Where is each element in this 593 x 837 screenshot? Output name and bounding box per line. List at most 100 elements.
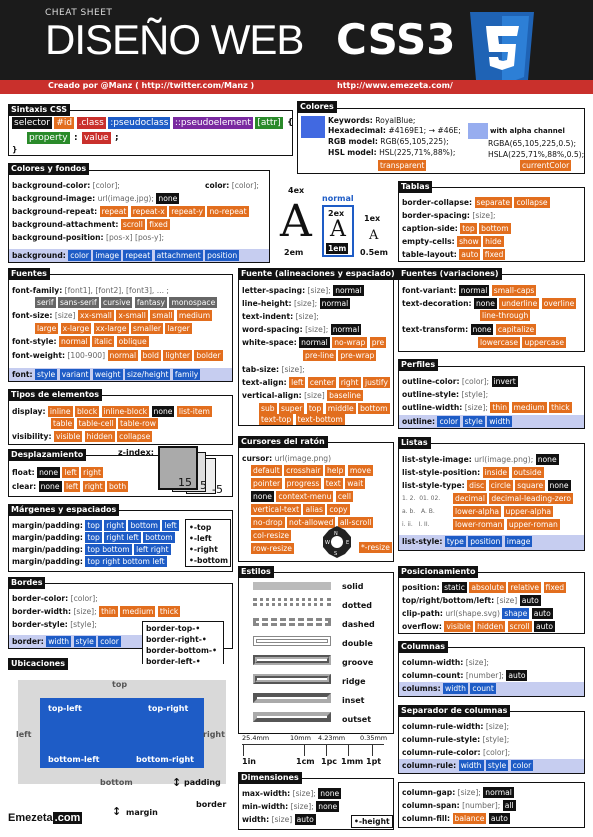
- listas-h2: position: [468, 536, 503, 547]
- perfiles-box: outline-color: [color]; invert outline-s…: [398, 366, 585, 429]
- dimens-r1l: max-width:: [242, 789, 291, 798]
- fuentes-f2: sans-serif: [57, 297, 99, 308]
- separador-r1v: [size];: [485, 722, 510, 731]
- cursores-c5: pointer: [251, 478, 283, 489]
- ems-norm: normal: [322, 194, 354, 203]
- cursores-c8: wait: [345, 478, 366, 489]
- elementos-box: display: inline block inline-block none …: [8, 395, 233, 445]
- sintaxis-box: selector #id .class :pseudoclass ::pseud…: [8, 110, 293, 156]
- margenes-title: Márgenes y espaciados: [8, 504, 120, 516]
- alin-r8v: [size]: [304, 391, 325, 400]
- fondos-r1l: background-color:: [12, 181, 91, 190]
- separador-r3l: column-rule-color:: [402, 748, 481, 757]
- ems-a2em: 2em: [284, 248, 304, 257]
- despl-r2d: both: [106, 481, 129, 492]
- alin-r5e: pre-wrap: [338, 350, 377, 361]
- despl-r1a: none: [37, 467, 61, 478]
- alin-r8d: top: [306, 403, 324, 414]
- posic-r2l: top/right/bottom/left:: [402, 596, 495, 605]
- despl-n5: 5: [200, 479, 207, 492]
- elementos-r2b: hidden: [84, 431, 115, 442]
- tablas-r1l: border-collapse:: [402, 198, 473, 207]
- tablas-r3b: bottom: [479, 223, 511, 234]
- elementos-r1h: table-row: [118, 418, 158, 429]
- variac-r2a: none: [473, 298, 497, 309]
- colores-rgb-v: RGB(65,105,225);: [380, 137, 449, 146]
- title-css3: CSS3: [336, 15, 456, 64]
- fondos-shorthand: background: color image repeat attachmen…: [9, 249, 269, 262]
- syntax-id: #id: [54, 117, 75, 129]
- credit-author[interactable]: Creado por @Manz ( http://twitter.com/Ma…: [48, 81, 254, 90]
- alin-r8a: baseline: [327, 390, 363, 401]
- bordes-r2c: thick: [157, 606, 181, 617]
- listas-h3: image: [504, 536, 533, 547]
- fuentes-f4: fantasy: [134, 297, 168, 308]
- fuentes-s5: large: [35, 323, 59, 334]
- variac-r1b: small-caps: [491, 285, 537, 296]
- fuentes-s2: x-small: [116, 310, 148, 321]
- posic-r2v: [size]: [496, 596, 518, 605]
- ubicaciones-title: Ubicaciones: [8, 658, 68, 670]
- fuentes-s4: medium: [176, 310, 213, 321]
- credit-url[interactable]: http://www.emezeta.com/: [337, 81, 453, 90]
- alin-r2l: line-height:: [242, 299, 292, 308]
- margenes-c1: top bottom: [85, 544, 132, 555]
- dimens-r1v: [size];: [292, 789, 316, 798]
- separador-r1l: column-rule-width:: [402, 722, 484, 731]
- alin-r1a: normal: [333, 285, 364, 296]
- dimens-r2a: none: [316, 801, 340, 812]
- tablas-title: Tablas: [398, 181, 433, 193]
- colsx-r1v: [size];: [457, 788, 481, 797]
- dimens-r3a: auto: [294, 814, 316, 825]
- margenes-c2: left right: [134, 544, 171, 555]
- despl-r1l: float:: [12, 468, 35, 477]
- ubic-bottom: bottom: [100, 778, 133, 787]
- margenes-a1: top: [85, 520, 102, 531]
- syntax-attr: [attr]: [255, 117, 283, 129]
- fuentes-shorthand: font: style variant weight size/height f…: [9, 368, 232, 381]
- tablas-r5a: auto: [459, 249, 481, 260]
- margin-key: •-top •-left •-right •-bottom: [185, 519, 231, 567]
- cursores-c20: *-resize: [359, 542, 392, 553]
- margenes-a4: left: [162, 520, 179, 531]
- margin-arrow-icon: ↕: [112, 805, 122, 818]
- cursores-c4: move: [347, 465, 374, 476]
- fuentes-f1: serif: [35, 297, 56, 308]
- emezeta-logo[interactable]: Emezeta .com: [8, 812, 83, 824]
- alin-r4l: word-spacing:: [242, 325, 303, 334]
- padding-arrow-icon: ↕: [172, 776, 182, 789]
- tablas-r3a: top: [460, 223, 477, 234]
- ems-a1ex: 1ex: [364, 214, 381, 223]
- z-index-label: z-index:: [118, 448, 154, 457]
- posicionamiento-box: position: static absolute relative fixed…: [398, 572, 585, 634]
- columnas-r2v: [number];: [465, 671, 504, 680]
- fuentes-title: Fuentes: [8, 268, 50, 280]
- fuentes-f5: monospace: [169, 297, 218, 308]
- syntax-close: }: [12, 145, 18, 154]
- colores-kw-v: RoyalBlue;: [375, 116, 416, 125]
- ubic-left: left: [16, 730, 32, 739]
- fuentes-r3c: oblique: [116, 336, 149, 347]
- despl-r2c: right: [82, 481, 105, 492]
- elementos-r1d: none: [151, 406, 175, 417]
- perfiles-shorthand: outline: color style width: [399, 415, 584, 428]
- separador-r3v: [color];: [483, 748, 511, 757]
- posic-r3a: shape: [502, 608, 530, 619]
- fondos-r5v: [pos-x] [pos-y];: [106, 233, 165, 242]
- listas-n4: A. B.: [420, 508, 435, 515]
- fuentes-r4c: lighter: [163, 350, 192, 361]
- variac-r3a: none: [470, 324, 494, 335]
- medidas-u4: 1mm: [341, 757, 364, 766]
- alin-r7b: center: [307, 377, 337, 388]
- perfiles-r2v: [style];: [461, 390, 489, 399]
- fuentes-r4v: [100-900]: [67, 351, 106, 360]
- colores-box: Keywords: RoyalBlue; Hexadecimal: #4169E…: [297, 108, 585, 174]
- perfiles-r1a: invert: [491, 376, 518, 387]
- posic-r3l: clip-path:: [402, 609, 443, 618]
- posic-r4d: auto: [533, 621, 556, 632]
- fondos-sh: background:: [12, 251, 66, 260]
- fuentes-r3b: italic: [92, 336, 115, 347]
- fuentes-r4d: bolder: [194, 350, 223, 361]
- medidas-m3: 4.23mm: [318, 734, 346, 742]
- colores-hex-l: Hexadecimal:: [328, 126, 386, 135]
